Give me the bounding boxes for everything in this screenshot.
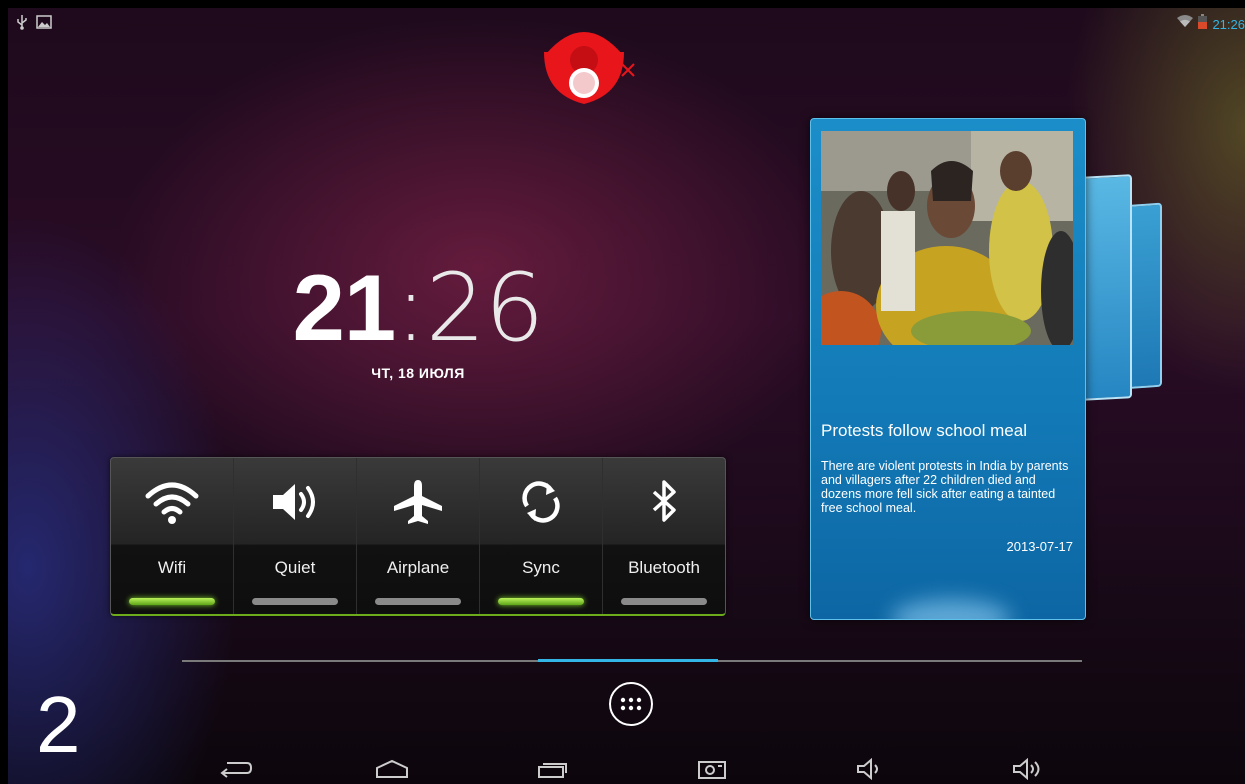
- quiet-state-bar: [252, 598, 338, 605]
- lockscreen-clock: 21:26 ЧТ, 18 ИЮЛЯ: [248, 260, 588, 382]
- page-indicator-active: [538, 659, 718, 662]
- recent-apps-icon: [538, 763, 567, 778]
- image-notification-icon: [36, 15, 52, 34]
- news-widget-card[interactable]: Protests follow school meal There are vi…: [810, 118, 1086, 620]
- wifi-icon: [145, 482, 199, 524]
- airplane-icon: [394, 480, 442, 524]
- camera-lock-handle-icon: [544, 32, 635, 104]
- bluetooth-label: Bluetooth: [628, 558, 700, 577]
- wifi-toggle[interactable]: Wifi: [111, 458, 234, 614]
- unlock-handle[interactable]: [544, 24, 638, 114]
- clock-date: ЧТ, 18 ИЮЛЯ: [371, 365, 465, 381]
- clock-hours: 21: [292, 255, 397, 360]
- status-time: 21:26: [1212, 16, 1245, 32]
- all-apps-button[interactable]: [609, 682, 653, 726]
- bluetooth-state-bar: [621, 598, 707, 605]
- news-photo: [821, 131, 1073, 345]
- bluetooth-toggle[interactable]: Bluetooth: [603, 458, 725, 614]
- news-title: Protests follow school meal: [821, 421, 1027, 440]
- back-icon: [220, 762, 253, 778]
- screenshot-icon: [698, 761, 726, 779]
- volume-up-button[interactable]: [1010, 756, 1046, 782]
- news-summary: There are violent protests in India by p…: [821, 459, 1069, 515]
- airplane-toggle[interactable]: Airplane: [357, 458, 480, 614]
- all-apps-icon: [620, 697, 642, 711]
- clock-minutes: 26: [425, 254, 545, 363]
- volume-up-icon: [1013, 758, 1040, 780]
- sync-toggle[interactable]: Sync: [480, 458, 603, 614]
- wifi-label: Wifi: [157, 558, 187, 577]
- airplane-label: Airplane: [386, 558, 450, 577]
- lock-screen: 21:26 21:26 ЧТ, 18 ИЮЛЯ Wifi Quiet Airpl…: [8, 8, 1245, 784]
- home-button[interactable]: [374, 756, 410, 782]
- step-number-overlay: 2: [36, 680, 81, 769]
- volume-down-icon: [857, 758, 878, 780]
- quiet-label: Quiet: [274, 558, 316, 577]
- wifi-state-bar: [129, 598, 215, 605]
- bluetooth-icon: [652, 480, 676, 522]
- news-date: 2013-07-17: [1006, 539, 1074, 554]
- clock-separator: :: [395, 254, 427, 363]
- airplane-state-bar: [375, 598, 461, 605]
- back-button[interactable]: [218, 756, 254, 782]
- quick-settings-widget: Wifi Quiet Airplane Sync Bluetooth: [110, 457, 726, 616]
- wifi-signal-icon: [1177, 15, 1194, 33]
- speaker-icon: [273, 484, 315, 520]
- sync-icon: [522, 481, 560, 523]
- volume-down-button[interactable]: [852, 756, 888, 782]
- quiet-toggle[interactable]: Quiet: [234, 458, 357, 614]
- screenshot-button[interactable]: [694, 756, 730, 782]
- clock-time: 21:26: [248, 260, 588, 357]
- sync-label: Sync: [522, 558, 560, 577]
- home-icon: [376, 759, 408, 778]
- navigation-bar: [8, 744, 1245, 784]
- sync-state-bar: [498, 598, 584, 605]
- recent-apps-button[interactable]: [534, 756, 570, 782]
- usb-icon: [16, 14, 28, 35]
- battery-icon: [1198, 14, 1208, 34]
- news-card-glow: [891, 599, 1011, 619]
